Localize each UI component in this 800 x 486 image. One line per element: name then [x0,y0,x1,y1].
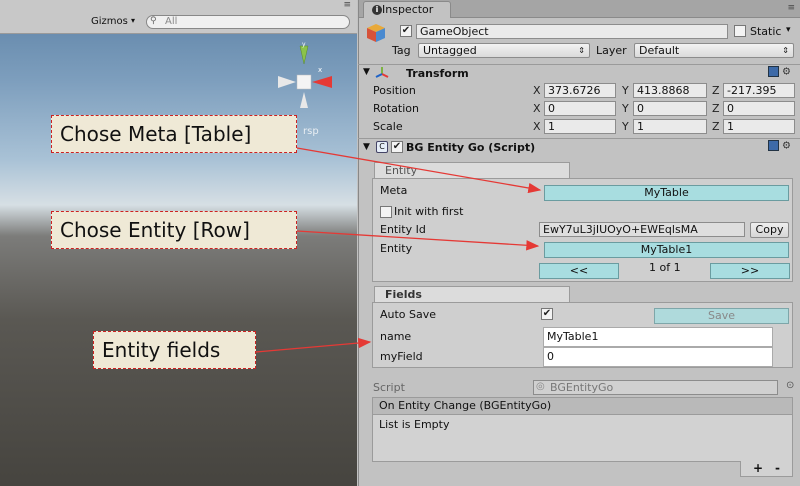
gear-icon[interactable]: ⚙ [782,141,791,152]
event-list-body: List is Empty [372,414,793,462]
callout-fields: Entity fields [93,331,256,369]
entity-label: Entity [380,242,413,255]
tag-dropdown[interactable]: Untagged ⇕ [418,43,590,58]
prev-page-button[interactable]: << [539,263,619,279]
position-x-field[interactable]: 373.6726 [544,83,616,98]
layer-dropdown[interactable]: Default ⇕ [634,43,794,58]
entity-select-button[interactable]: MyTable1 [544,242,789,258]
script-header-icons: ⚙ [768,140,796,152]
meta-select-button[interactable]: MyTable [544,185,789,201]
script-enabled-checkbox[interactable]: ✔ [391,141,403,153]
entity-id-label: Entity Id [380,223,426,236]
scene-search-input[interactable]: All [146,15,350,29]
script-reference-field[interactable]: BGEntityGo [533,380,778,395]
foldout-arrow-icon[interactable]: ▼ [363,67,370,77]
scale-y-field[interactable]: 1 [633,119,707,134]
gameobject-name-field[interactable]: GameObject [416,24,728,39]
inspector-menu-icon[interactable]: ≡ [787,3,795,13]
gear-icon[interactable]: ⚙ [782,67,791,78]
position-z-field[interactable]: -217.395 [723,83,795,98]
scale-x-field[interactable]: 1 [544,119,616,134]
svg-text:y: y [302,42,306,48]
scale-label: Scale [373,120,403,133]
position-y-field[interactable]: 413.8868 [633,83,707,98]
rotation-x-axis[interactable]: X [533,102,541,115]
object-picker-icon[interactable]: ⊙ [786,380,794,391]
dropdown-arrows-icon: ⇕ [782,46,789,55]
svg-text:x: x [318,66,322,74]
help-book-icon[interactable] [768,140,779,151]
save-button[interactable]: Save [654,308,789,324]
transform-title: Transform [406,67,469,80]
myfield-label: myField [380,350,423,363]
gameobject-cube-icon [367,24,385,42]
add-event-button[interactable]: + [753,461,763,475]
help-book-icon[interactable] [768,66,779,77]
scene-toolbar: ≡ Gizmos ▾ All ⚲ [0,0,357,34]
position-x-axis[interactable]: X [533,84,541,97]
meta-label: Meta [380,184,408,197]
script-value: BGEntityGo [550,381,614,394]
gizmos-dropdown[interactable]: Gizmos [91,16,128,27]
myfield-field[interactable]: 0 [543,347,773,367]
rotation-y-field[interactable]: 0 [633,101,707,116]
auto-save-label: Auto Save [380,308,437,321]
layer-label: Layer [596,44,627,57]
event-list-empty-label: List is Empty [379,418,450,431]
init-with-first-checkbox[interactable] [380,206,392,218]
event-list-footer: + - [740,461,793,477]
tab-inspector[interactable]: i Inspector [363,1,451,18]
position-label: Position [373,84,416,97]
script-file-icon: ◎ [536,381,545,392]
dropdown-arrows-icon: ⇕ [578,46,585,55]
name-field[interactable]: MyTable1 [543,327,773,347]
callout-entity: Chose Entity [Row] [51,211,297,249]
layer-value: Default [639,44,680,57]
event-list-header: On Entity Change (BGEntityGo) [372,397,793,415]
copy-button[interactable]: Copy [750,222,789,238]
entity-panel-tab: Entity [374,162,570,179]
inspector-tab-bar: i Inspector ≡ [359,0,800,18]
foldout-arrow-icon[interactable]: ▼ [363,142,370,152]
rotation-z-field[interactable]: 0 [723,101,795,116]
rotation-z-axis[interactable]: Z [712,102,720,115]
fields-panel-tab: Fields [374,286,570,303]
tag-value: Untagged [423,44,477,57]
chevron-down-icon[interactable]: ▾ [131,16,135,25]
rotation-x-field[interactable]: 0 [544,101,616,116]
scene-orientation-gizmo-icon[interactable]: x y [276,42,336,112]
next-page-button[interactable]: >> [710,263,790,279]
script-label: Script [373,381,405,394]
position-z-axis[interactable]: Z [712,84,720,97]
scale-z-field[interactable]: 1 [723,119,795,134]
static-dropdown-icon[interactable]: ▾ [786,25,791,35]
tag-label: Tag [392,44,411,57]
rotation-y-axis[interactable]: Y [622,102,629,115]
init-with-first-label: Init with first [394,205,464,218]
callout-meta: Chose Meta [Table] [51,115,297,153]
scale-z-axis[interactable]: Z [712,120,720,133]
pager-label: 1 of 1 [649,261,681,274]
gameobject-active-checkbox[interactable]: ✔ [400,25,412,37]
bg-entity-go-title: BG Entity Go (Script) [406,141,536,154]
static-checkbox[interactable] [734,25,746,37]
search-icon: ⚲ [150,16,157,26]
transform-header-icons: ⚙ [768,66,796,78]
perspective-label[interactable]: rsp [303,126,319,137]
name-field-label: name [380,330,412,343]
script-component-icon: C [376,141,388,153]
static-label: Static [750,25,782,38]
entity-id-field[interactable]: EwY7uL3jIUOyO+EWEqlsMA [539,222,745,237]
auto-save-checkbox[interactable]: ✔ [541,308,553,320]
scene-menu-icon[interactable]: ≡ [343,0,351,10]
scale-x-axis[interactable]: X [533,120,541,133]
info-icon: i [372,5,382,15]
tab-inspector-label: Inspector [382,3,434,16]
position-y-axis[interactable]: Y [622,84,629,97]
scale-y-axis[interactable]: Y [622,120,629,133]
rotation-label: Rotation [373,102,420,115]
transform-axes-icon [375,67,389,78]
remove-event-button[interactable]: - [775,461,780,475]
